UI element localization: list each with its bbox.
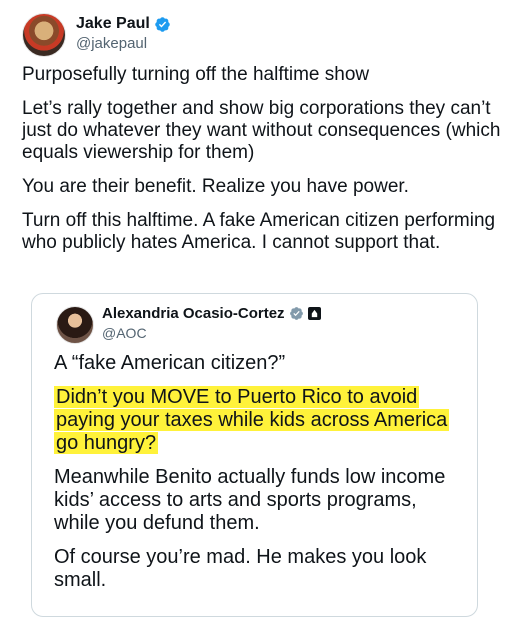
tweet-paragraph: Turn off this halftime. A fake American … — [22, 210, 496, 253]
tweet-text: Purposefully turning off the halftime sh… — [22, 64, 502, 266]
quote-text: A “fake American citizen?” Didn’t you MO… — [54, 352, 464, 603]
tweet-paragraph: Let’s rally together and show big corpor… — [22, 98, 501, 163]
quote-paragraph: Of course you’re mad. He makes you look … — [54, 546, 427, 591]
tweet-paragraph: You are their benefit. Realize you have … — [22, 176, 409, 197]
verified-badge-icon — [289, 307, 303, 320]
tweet-paragraph: Purposefully turning off the halftime sh… — [22, 64, 370, 85]
author-handle[interactable]: @jakepaul — [76, 35, 147, 52]
quote-author-name[interactable]: Alexandria Ocasio-Cortez — [102, 305, 285, 322]
author-name-row: Jake Paul — [76, 15, 171, 33]
verified-badge-icon — [155, 16, 170, 32]
author-name[interactable]: Jake Paul — [76, 15, 150, 33]
highlighted-text: Didn’t you MOVE to Puerto Rico to avoid … — [54, 386, 450, 454]
quoted-tweet[interactable]: Alexandria Ocasio-Cortez @AOC A “fake Am… — [31, 293, 478, 617]
avatar[interactable] — [56, 306, 94, 344]
quote-paragraph-highlighted: Didn’t you MOVE to Puerto Rico to avoid … — [54, 386, 464, 455]
government-badge-icon — [307, 307, 321, 320]
quote-author-handle[interactable]: @AOC — [102, 325, 147, 341]
quote-paragraph: A “fake American citizen?” — [54, 352, 286, 374]
avatar[interactable] — [22, 13, 66, 57]
quote-author-name-row: Alexandria Ocasio-Cortez — [102, 305, 321, 322]
quote-paragraph: Meanwhile Benito actually funds low inco… — [54, 466, 446, 534]
